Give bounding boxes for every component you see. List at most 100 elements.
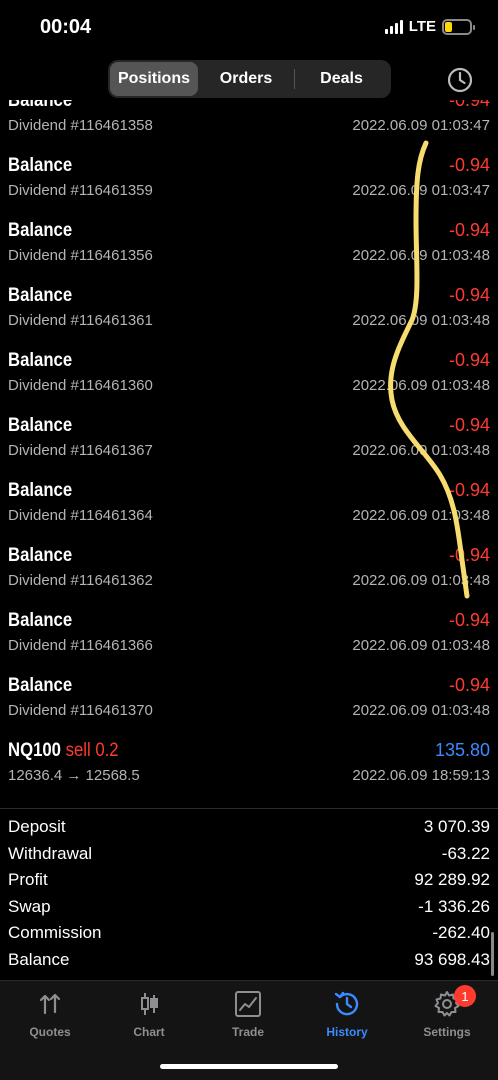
- trade-side: sell 0.2: [65, 740, 119, 761]
- deal-type: Balance: [8, 285, 73, 306]
- list-item[interactable]: Balance -0.94 Dividend #116461360 2022.0…: [0, 340, 498, 405]
- list-item[interactable]: Balance -0.94 Dividend #116461366 2022.0…: [0, 600, 498, 665]
- summary-label: Swap: [8, 896, 51, 916]
- deal-time: 2022.06.09 01:03:48: [352, 637, 490, 654]
- summary-value: -262.40: [432, 923, 490, 943]
- deal-time: 2022.06.09 01:03:47: [352, 117, 490, 134]
- network-label: LTE: [408, 18, 436, 35]
- candlestick-icon: [141, 993, 158, 1015]
- deal-type: Balance: [8, 480, 73, 501]
- tab-deals[interactable]: Deals: [295, 62, 388, 96]
- tab-history[interactable]: History: [302, 989, 392, 1049]
- deal-amount: -0.94: [448, 545, 490, 565]
- deal-comment: Dividend #116461364: [8, 507, 153, 524]
- period-clock-icon[interactable]: [446, 66, 474, 94]
- tab-label: Trade: [231, 1025, 264, 1039]
- trade-prices: 12636.4 → 12568.5: [8, 767, 140, 784]
- tab-positions[interactable]: Positions: [110, 62, 198, 96]
- list-item[interactable]: Balance -0.94 Dividend #116461359 2022.0…: [0, 145, 498, 210]
- deal-time: 2022.06.09 01:03:48: [352, 312, 490, 329]
- deal-amount: -0.94: [448, 610, 490, 630]
- status-right: LTE: [384, 18, 475, 35]
- deal-type: Balance: [8, 610, 73, 631]
- tab-trade[interactable]: Trade: [203, 989, 293, 1049]
- deal-type: Balance: [8, 155, 73, 176]
- summary-balance: Balance 93 698.43: [0, 947, 498, 974]
- deal-time: 2022.06.09 01:03:47: [352, 182, 490, 199]
- summary-divider: [0, 808, 498, 809]
- home-indicator[interactable]: [160, 1064, 338, 1069]
- trade-time: 2022.06.09 18:59:13: [352, 767, 490, 784]
- list-item[interactable]: Balance -0.94 Dividend #116461358 2022.0…: [0, 100, 498, 145]
- scroll-indicator[interactable]: [491, 932, 494, 976]
- deal-type: Balance: [8, 220, 73, 241]
- status-bar: 00:04 LTE: [0, 0, 498, 56]
- deal-amount: -0.94: [448, 220, 490, 240]
- summary-label: Commission: [8, 923, 102, 943]
- deal-comment: Dividend #116461356: [8, 247, 153, 264]
- tab-label: Settings: [423, 1025, 471, 1039]
- deal-amount: -0.94: [448, 285, 490, 305]
- deal-time: 2022.06.09 01:03:48: [352, 247, 490, 264]
- trade-profit: 135.80: [434, 740, 490, 760]
- tab-settings[interactable]: Settings 1: [402, 985, 492, 1049]
- list-item[interactable]: Balance -0.94 Dividend #116461362 2022.0…: [0, 535, 498, 600]
- deal-comment: Dividend #116461362: [8, 572, 153, 589]
- trade-title: NQ100 sell 0.2: [8, 740, 119, 762]
- trade-chart-icon: [235, 991, 261, 1017]
- tab-label: History: [326, 1025, 368, 1039]
- tab-label: Chart: [133, 1025, 165, 1039]
- deal-time: 2022.06.09 01:03:48: [352, 377, 490, 394]
- account-summary: Deposit 3 070.39 Withdrawal -63.22 Profit 9…: [0, 814, 498, 973]
- summary-label: Profit: [8, 870, 48, 890]
- deal-type: Balance: [8, 545, 73, 566]
- battery-icon: [442, 18, 475, 35]
- trade-row[interactable]: NQ100 sell 0.2 135.80 12636.4 → 12568.5 …: [0, 730, 498, 795]
- deal-amount: -0.94: [448, 100, 490, 110]
- deal-amount: -0.94: [448, 675, 490, 695]
- summary-label: Balance: [8, 949, 70, 969]
- list-item[interactable]: Balance -0.94 Dividend #116461364 2022.0…: [0, 470, 498, 535]
- summary-value: -63.22: [441, 843, 490, 863]
- deal-amount: -0.94: [448, 350, 490, 370]
- status-time: 00:04: [40, 16, 92, 38]
- signal-icon: [384, 19, 403, 34]
- deal-time: 2022.06.09 01:03:48: [352, 507, 490, 524]
- history-clock-icon: [334, 991, 359, 1016]
- deal-type: Balance: [8, 675, 73, 696]
- deal-comment: Dividend #116461358: [8, 117, 153, 134]
- list-item[interactable]: Balance -0.94 Dividend #116461361 2022.0…: [0, 275, 498, 340]
- summary-value: 3 070.39: [423, 817, 490, 837]
- summary-value: 92 289.92: [414, 870, 490, 890]
- deal-time: 2022.06.09 01:03:48: [352, 702, 490, 719]
- quotes-arrows-icon: [39, 993, 61, 1015]
- deal-time: 2022.06.09 01:03:48: [352, 442, 490, 459]
- deal-amount: -0.94: [448, 415, 490, 435]
- deal-time: 2022.06.09 01:03:48: [352, 572, 490, 589]
- deal-comment: Dividend #116461360: [8, 377, 153, 394]
- notification-badge: 1: [454, 985, 476, 1007]
- tab-orders[interactable]: Orders: [198, 62, 294, 96]
- summary-commission: Commission -262.40: [0, 920, 498, 947]
- deals-list[interactable]: Balance -0.94 Dividend #116461358 2022.0…: [0, 100, 498, 808]
- deal-type: Balance: [8, 350, 73, 371]
- list-item[interactable]: Balance -0.94 Dividend #116461367 2022.0…: [0, 405, 498, 470]
- tab-quotes[interactable]: Quotes: [5, 989, 95, 1049]
- list-item[interactable]: Balance -0.94 Dividend #116461356 2022.0…: [0, 210, 498, 275]
- tab-chart[interactable]: Chart: [104, 989, 194, 1049]
- summary-label: Withdrawal: [8, 843, 93, 863]
- deal-amount: -0.94: [448, 155, 490, 175]
- summary-withdrawal: Withdrawal -63.22: [0, 841, 498, 868]
- deal-type: Balance: [8, 415, 73, 436]
- deal-comment: Dividend #116461370: [8, 702, 153, 719]
- summary-deposit: Deposit 3 070.39: [0, 814, 498, 841]
- deal-amount: -0.94: [448, 480, 490, 500]
- summary-swap: Swap -1 336.26: [0, 894, 498, 921]
- summary-value: -1 336.26: [418, 896, 490, 916]
- deal-comment: Dividend #116461361: [8, 312, 153, 329]
- summary-profit: Profit 92 289.92: [0, 867, 498, 894]
- summary-value: 93 698.43: [414, 949, 490, 969]
- trade-symbol: NQ100: [8, 740, 61, 761]
- segmented-control: Positions Orders Deals: [108, 60, 391, 98]
- list-item[interactable]: Balance -0.94 Dividend #116461370 2022.0…: [0, 665, 498, 730]
